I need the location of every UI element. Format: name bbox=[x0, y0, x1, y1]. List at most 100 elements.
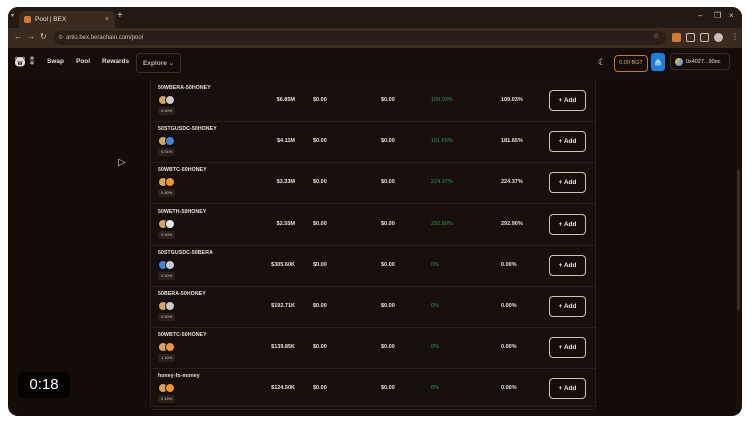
pool-row[interactable]: 50WBERA-50HONEY 0.40% $6.85M $0.00 $0.00 109.… bbox=[151, 80, 595, 122]
video-timestamp: 0:18 bbox=[18, 372, 70, 398]
token-icon bbox=[165, 177, 175, 188]
page-scrollbar[interactable] bbox=[736, 80, 741, 410]
theme-toggle-moon-icon[interactable]: ☾ bbox=[598, 57, 606, 68]
pool-fee-badge: 0.01% bbox=[158, 148, 176, 157]
pool-tvl: $124.50K bbox=[271, 385, 295, 392]
pool-name: 50WETH-50HONEY bbox=[158, 208, 207, 215]
pool-row[interactable]: 50WBTC-50HONEY 1.10% $139.85K $0.00 $0.00 0% 0… bbox=[151, 327, 595, 370]
token-icon bbox=[165, 136, 175, 147]
bgt-balance-badge[interactable]: 0.00 BGT bbox=[614, 55, 648, 72]
pool-fee-badge: 1.10% bbox=[158, 354, 176, 363]
pool-token-icons bbox=[158, 177, 178, 188]
nav-explore-dropdown[interactable]: Explore ⌄ bbox=[136, 53, 182, 73]
scrollbar-thumb[interactable] bbox=[737, 170, 740, 310]
pool-row[interactable]: 50STGUSDC-50BERA 0.40% $305.60K $0.00 $0.00 0… bbox=[151, 245, 595, 287]
new-tab-button[interactable]: + bbox=[117, 10, 123, 21]
side-panel-icon[interactable] bbox=[700, 33, 709, 42]
pool-fees: $0.00 bbox=[381, 179, 395, 186]
pool-tvl: $192.71K bbox=[271, 303, 295, 309]
token-icon bbox=[165, 95, 175, 105]
token-icon bbox=[165, 383, 175, 394]
nav-rewards[interactable]: Rewards bbox=[102, 58, 129, 65]
pool-fee-badge: 0.40% bbox=[158, 271, 176, 280]
add-liquidity-button[interactable]: + Add bbox=[549, 131, 586, 153]
wallet-button[interactable]: 0x4027...90ec bbox=[670, 53, 730, 70]
pool-name: 50WBERA-50HONEY bbox=[158, 85, 211, 91]
pool-row[interactable]: 50STGUSDC-50HONEY 0.01% $4.11M $0.00 $0.00 18… bbox=[151, 121, 595, 164]
pool-apy: 0.00% bbox=[501, 385, 517, 392]
pool-tvl: $3.33M bbox=[276, 179, 295, 186]
browser-menu-icon[interactable]: ⋮ bbox=[731, 32, 739, 41]
pool-apy: 0.00% bbox=[501, 261, 517, 268]
pool-fees: $0.00 bbox=[381, 97, 395, 103]
pool-apy-highlight: 0% bbox=[431, 344, 439, 351]
pool-token-icons bbox=[158, 218, 178, 229]
nav-swap[interactable]: Swap bbox=[47, 58, 64, 65]
minimize-button[interactable]: – bbox=[698, 11, 702, 20]
pool-token-icons bbox=[158, 95, 178, 105]
add-liquidity-button[interactable]: + Add bbox=[549, 90, 586, 111]
pool-name: 50WBTC-50HONEY bbox=[158, 332, 207, 339]
pool-table: 50WBERA-50HONEY 0.40% $6.85M $0.00 $0.00 109.… bbox=[150, 80, 596, 411]
wallet-address: 0x4027...90ec bbox=[686, 59, 721, 65]
pool-volume: $0.00 bbox=[313, 220, 327, 227]
pool-fees: $0.00 bbox=[381, 261, 395, 268]
pool-volume: $0.00 bbox=[313, 385, 327, 392]
url-input[interactable]: ⚙ artio.bex.berachain.com/pool bbox=[54, 31, 666, 45]
pool-row[interactable]: 50WETH-50HONEY 0.40% $2.55M $0.00 $0.00 292.9… bbox=[151, 204, 595, 246]
pool-row[interactable]: 50BERA-50HONEY 0.40% $192.71K $0.00 $0.00 0% 0… bbox=[151, 286, 595, 328]
bex-logo-icon[interactable]: 🐻︎ ⁑ bbox=[14, 57, 34, 68]
add-liquidity-button[interactable]: + Add bbox=[549, 213, 586, 235]
mouse-cursor-icon: ▷ bbox=[118, 157, 126, 168]
browser-tab[interactable]: Pool | BEX × bbox=[19, 11, 115, 28]
token-icon bbox=[165, 218, 175, 229]
pool-tvl: $6.85M bbox=[276, 97, 295, 103]
token-icon bbox=[165, 301, 175, 311]
pool-volume: $0.00 bbox=[313, 138, 327, 145]
pool-name: honey-fo-money bbox=[158, 373, 200, 380]
forward-arrow-icon[interactable]: → bbox=[27, 32, 35, 41]
pool-row[interactable]: honey-fo-money 0.15% $124.50K $0.00 $0.00 0% 0… bbox=[151, 368, 595, 411]
bookmark-star-icon[interactable]: ☆ bbox=[653, 32, 659, 40]
tab-close-icon[interactable]: × bbox=[105, 11, 109, 28]
add-liquidity-button[interactable]: + Add bbox=[549, 337, 586, 359]
pool-name: 50STGUSDC-50BERA bbox=[158, 249, 213, 256]
wallet-avatar-icon bbox=[675, 58, 683, 66]
add-liquidity-button[interactable]: + Add bbox=[549, 296, 586, 317]
pool-token-icons bbox=[158, 136, 178, 147]
back-arrow-icon[interactable]: ← bbox=[14, 32, 22, 41]
pool-row[interactable]: 50WBTC-50HONEY 0.40% $3.33M $0.00 $0.00 224.3… bbox=[151, 162, 595, 205]
pool-fee-badge: 0.40% bbox=[158, 313, 176, 321]
pool-fee-badge: 0.40% bbox=[158, 107, 176, 115]
profile-avatar-icon[interactable] bbox=[714, 33, 723, 42]
pool-fees: $0.00 bbox=[381, 138, 395, 145]
pool-name: 50BERA-50HONEY bbox=[158, 291, 206, 297]
pool-fees: $0.00 bbox=[381, 220, 395, 227]
nav-pool[interactable]: Pool bbox=[76, 58, 90, 65]
extensions-puzzle-icon[interactable] bbox=[686, 33, 695, 42]
pool-fees: $0.00 bbox=[381, 344, 395, 351]
add-liquidity-button[interactable]: + Add bbox=[549, 254, 586, 276]
close-window-button[interactable]: × bbox=[729, 11, 734, 20]
tab-search-icon[interactable]: ▾ bbox=[11, 12, 14, 19]
pool-apy-highlight: 181.65% bbox=[431, 138, 453, 145]
add-liquidity-button[interactable]: + Add bbox=[549, 378, 586, 400]
pool-volume: $0.00 bbox=[313, 97, 327, 103]
reload-icon[interactable]: ↻ bbox=[40, 32, 47, 41]
pool-apy-highlight: 0% bbox=[431, 385, 439, 392]
app-header: 🐻︎ ⁑ Swap Pool Rewards Explore ⌄ ☾ 0.00 … bbox=[8, 48, 742, 80]
address-bar-row: ← → ↻ ⚙ artio.bex.berachain.com/pool ☆ ⋮ bbox=[8, 28, 742, 48]
pool-volume: $0.00 bbox=[313, 303, 327, 309]
pool-volume: $0.00 bbox=[313, 179, 327, 186]
pool-apy-highlight: 0% bbox=[431, 303, 439, 309]
pool-apy-highlight: 109.03% bbox=[431, 97, 453, 103]
pool-apy-highlight: 0% bbox=[431, 261, 439, 268]
tab-title: Pool | BEX bbox=[35, 16, 67, 23]
maximize-button[interactable]: ❐ bbox=[714, 11, 721, 20]
extension-icon[interactable] bbox=[672, 33, 681, 42]
pool-tvl: $305.60K bbox=[271, 261, 295, 268]
faucet-icon[interactable]: ⫛ bbox=[651, 53, 665, 71]
add-liquidity-button[interactable]: + Add bbox=[549, 172, 586, 194]
pool-apy: 109.03% bbox=[501, 97, 523, 103]
site-info-icon[interactable]: ⚙ bbox=[58, 31, 63, 45]
